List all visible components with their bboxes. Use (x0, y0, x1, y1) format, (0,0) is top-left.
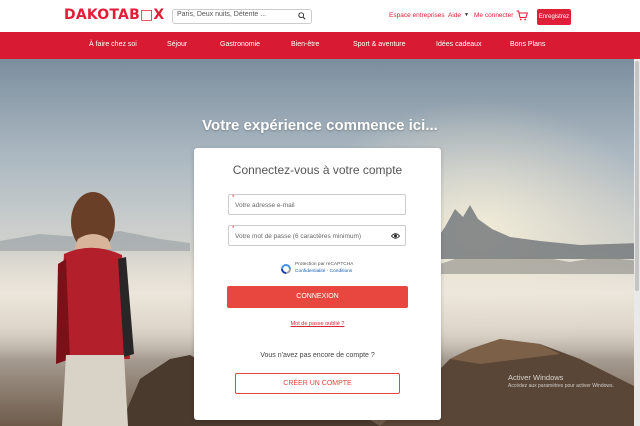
search-icon[interactable] (298, 12, 306, 20)
logo[interactable]: DAKOTAB□X (64, 7, 164, 23)
recaptcha-badge[interactable]: Protection par reCAPTCHA Confidentialité… (280, 261, 370, 277)
main-nav: À faire chez soi Séjour Gastronomie Bien… (0, 32, 640, 59)
nav-item-bons-plans[interactable]: Bons Plans (510, 41, 545, 48)
nav-item-gastronomie[interactable]: Gastronomie (220, 41, 260, 48)
required-mark: * (232, 226, 235, 232)
help-label: Aide (448, 12, 462, 19)
password-field[interactable]: * Votre mot de passe (6 caractères minim… (228, 225, 406, 246)
create-account-button[interactable]: CRÉER UN COMPTE (235, 373, 400, 394)
chevron-down-icon: ▼ (464, 12, 469, 19)
cart-icon[interactable] (516, 10, 528, 21)
recaptcha-icon (281, 264, 291, 274)
login-link[interactable]: Me connecter (474, 12, 513, 19)
required-mark: * (232, 195, 235, 201)
nav-item-idees-cadeaux[interactable]: Idées cadeaux (436, 41, 482, 48)
hiker-figure (56, 192, 134, 426)
business-space-link[interactable]: Espace entreprises (389, 12, 445, 19)
login-title: Connectez-vous à votre compte (232, 163, 403, 177)
register-button[interactable]: Enregistrez (537, 9, 571, 25)
page-scrollbar[interactable] (634, 59, 640, 426)
help-menu[interactable]: Aide ▼ (448, 12, 469, 19)
windows-watermark-title: Activer Windows (508, 373, 564, 382)
nav-item-sejour[interactable]: Séjour (167, 41, 187, 48)
recaptcha-links[interactable]: Confidentialité - Conditions (295, 269, 352, 274)
email-field[interactable]: * Votre adresse e-mail (228, 194, 406, 215)
no-account-text: Vous n'avez pas encore de compte ? (260, 352, 375, 359)
search-input[interactable]: Paris, Deux nuits, Détente ... (172, 9, 312, 24)
hero-title: Votre expérience commence ici... (202, 117, 438, 134)
eye-icon[interactable] (391, 232, 400, 240)
top-header: DAKOTAB□X Paris, Deux nuits, Détente ...… (0, 0, 640, 32)
recaptcha-label: Protection par reCAPTCHA (295, 262, 354, 267)
nav-item-sport-aventure[interactable]: Sport & aventure (353, 41, 406, 48)
scrollbar-thumb[interactable] (635, 61, 639, 291)
windows-watermark-subtitle: Accédez aux paramètres pour activer Wind… (508, 383, 614, 389)
nav-item-bien-etre[interactable]: Bien-être (291, 41, 319, 48)
email-placeholder: Votre adresse e-mail (235, 202, 295, 209)
forgot-password-link[interactable]: Mot de passe oublié ? (194, 321, 441, 327)
nav-item-a-faire-chez-soi[interactable]: À faire chez soi (89, 41, 137, 48)
login-card: Connectez-vous à votre compte * Votre ad… (194, 148, 441, 420)
login-button[interactable]: CONNEXION (227, 286, 408, 308)
password-placeholder: Votre mot de passe (6 caractères minimum… (235, 233, 362, 240)
search-placeholder: Paris, Deux nuits, Détente ... (177, 11, 267, 18)
